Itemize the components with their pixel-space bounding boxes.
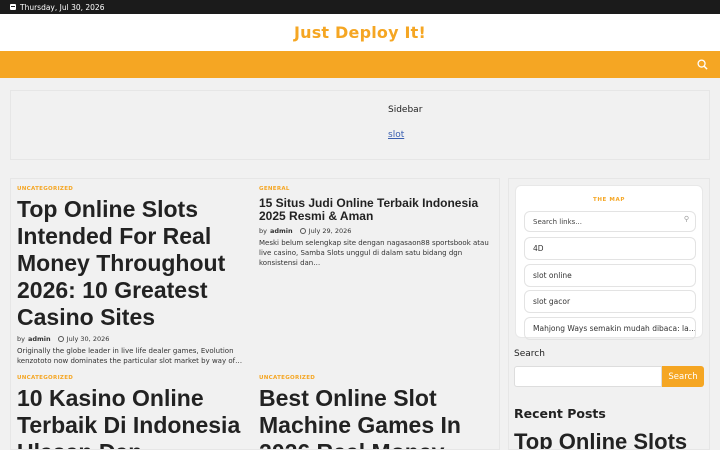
- sidebar-label: Sidebar: [388, 105, 423, 115]
- clock-icon: [57, 336, 64, 342]
- post-title[interactable]: Best Online Slot Machine Games In 2026 R…: [259, 385, 495, 449]
- post-meta: by admin July 29, 2026: [259, 227, 495, 235]
- post-category[interactable]: GENERAL: [259, 186, 495, 192]
- current-date: Thursday, Jul 30, 2026: [20, 2, 105, 12]
- post-title[interactable]: Top Online Slots Intended For Real Money…: [17, 196, 247, 331]
- posts-grid: UNCATEGORIZED Top Online Slots Intended …: [10, 178, 500, 450]
- calendar-icon: [10, 4, 16, 10]
- search-button[interactable]: Search: [662, 366, 704, 387]
- by-label: by: [17, 335, 25, 343]
- right-sidebar: THE MAP Search links... ⚲ 4D slot online…: [508, 178, 710, 450]
- post-title[interactable]: 10 Kasino Online Terbaik Di Indonesia Ul…: [17, 385, 253, 449]
- search-input[interactable]: [514, 366, 662, 387]
- map-link[interactable]: Mahjong Ways semakin mudah dibaca: la…: [524, 317, 696, 340]
- map-title: THE MAP: [593, 197, 625, 203]
- map-link[interactable]: 4D: [524, 237, 696, 260]
- post-card: UNCATEGORIZED Best Online Slot Machine G…: [259, 375, 495, 449]
- clock-icon: [299, 228, 306, 234]
- post-card: GENERAL 15 Situs Judi Online Terbaik Ind…: [259, 186, 495, 268]
- post-title[interactable]: 15 Situs Judi Online Terbaik Indonesia 2…: [259, 197, 495, 223]
- recent-posts-heading: Recent Posts: [514, 406, 606, 421]
- post-date: July 29, 2026: [308, 227, 352, 235]
- recent-post-link[interactable]: Top Online Slots: [514, 429, 687, 449]
- map-widget: THE MAP Search links... ⚲ 4D slot online…: [515, 185, 703, 340]
- site-title[interactable]: Just Deploy It!: [294, 23, 426, 42]
- post-meta: by admin July 30, 2026: [17, 335, 247, 343]
- map-search-input[interactable]: Search links... ⚲: [524, 211, 696, 232]
- search-icon: ⚲: [683, 215, 689, 223]
- sidebar-widget: Sidebar slot: [10, 90, 710, 160]
- top-bar: Thursday, Jul 30, 2026: [0, 0, 720, 14]
- main-nav: [0, 51, 720, 78]
- search-label: Search: [514, 349, 545, 359]
- post-excerpt: Originally the globe leader in live life…: [17, 347, 243, 365]
- site-header: Just Deploy It!: [0, 14, 720, 51]
- sidebar-slot-link[interactable]: slot: [388, 130, 404, 140]
- post-card: UNCATEGORIZED 10 Kasino Online Terbaik D…: [17, 375, 253, 449]
- search-icon[interactable]: [697, 59, 708, 70]
- map-link[interactable]: slot gacor: [524, 290, 696, 313]
- post-author[interactable]: admin: [28, 335, 51, 343]
- post-excerpt: Meski belum selengkap site dengan nagasa…: [259, 239, 489, 267]
- map-search-placeholder: Search links...: [533, 217, 582, 226]
- by-label: by: [259, 227, 267, 235]
- post-date: July 30, 2026: [66, 335, 110, 343]
- post-category[interactable]: UNCATEGORIZED: [17, 375, 253, 381]
- post-author[interactable]: admin: [270, 227, 293, 235]
- post-card: UNCATEGORIZED Top Online Slots Intended …: [17, 186, 247, 366]
- map-link[interactable]: slot online: [524, 264, 696, 287]
- post-category[interactable]: UNCATEGORIZED: [17, 186, 247, 192]
- post-category[interactable]: UNCATEGORIZED: [259, 375, 495, 381]
